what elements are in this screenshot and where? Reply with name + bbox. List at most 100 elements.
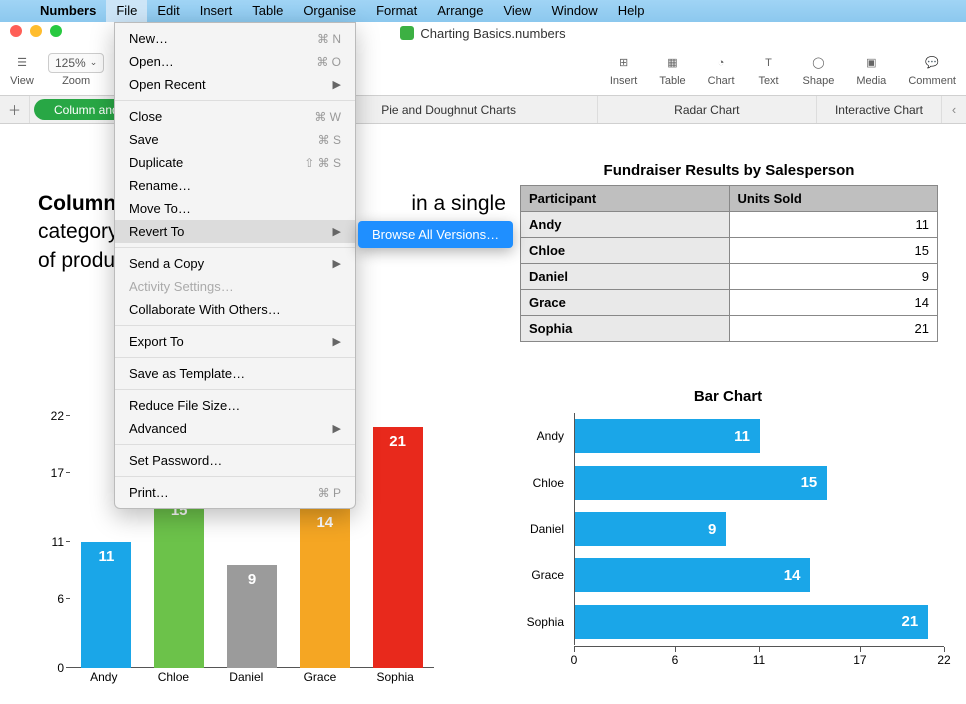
sheet-tab[interactable]: Interactive Chart	[817, 96, 942, 123]
sheet-scroll-left-icon[interactable]: ‹	[942, 96, 966, 123]
table-row[interactable]: Grace14	[521, 290, 938, 316]
row-header[interactable]: Grace	[521, 290, 730, 316]
menu-item[interactable]: Print…⌘ P	[115, 481, 355, 504]
y-tick-label: 0	[57, 661, 64, 675]
menu-window[interactable]: Window	[541, 0, 607, 22]
toolbar-text[interactable]: TText	[757, 53, 781, 87]
row-header[interactable]: Chloe	[521, 238, 730, 264]
menu-shortcut: ⌘ P	[318, 486, 341, 500]
sheet-tab-label: Pie and Doughnut Charts	[381, 103, 516, 117]
data-table[interactable]: Fundraiser Results by Salesperson Partic…	[520, 162, 938, 342]
menu-item[interactable]: Revert To▶	[115, 220, 355, 243]
chart-bar[interactable]: 9	[575, 512, 726, 546]
chevron-right-icon: ▶	[333, 225, 341, 238]
menu-insert[interactable]: Insert	[190, 0, 243, 22]
chart-bar[interactable]: 21	[575, 605, 928, 639]
column-header[interactable]: Participant	[521, 186, 730, 212]
menu-item[interactable]: Open Recent▶	[115, 73, 355, 96]
menu-item[interactable]: Open…⌘ O	[115, 50, 355, 73]
toolbar-table[interactable]: ▦Table	[659, 53, 685, 87]
insert-icon: ⊞	[612, 53, 636, 73]
table-row[interactable]: Chloe15	[521, 238, 938, 264]
chart-bar[interactable]: 14	[575, 558, 810, 592]
document-icon	[400, 26, 414, 40]
cell-value[interactable]: 11	[729, 212, 938, 238]
bar-chart[interactable]: Bar Chart AndyChloeDanielGraceSophia 111…	[508, 388, 948, 688]
menu-item-label: Duplicate	[129, 155, 183, 170]
menu-help[interactable]: Help	[608, 0, 655, 22]
toolbar-shape[interactable]: ◯Shape	[803, 53, 835, 87]
menu-file[interactable]: File	[106, 0, 147, 22]
sheet-tab[interactable]: Radar Chart	[598, 96, 817, 123]
y-category-label: Sophia	[508, 615, 570, 629]
x-tick	[574, 647, 575, 652]
column-header[interactable]: Units Sold	[729, 186, 938, 212]
toolbar-label: Table	[659, 75, 685, 87]
toolbar-comment[interactable]: 💬Comment	[908, 53, 956, 87]
app-menu[interactable]: Numbers	[30, 0, 106, 22]
menu-item[interactable]: Rename…	[115, 174, 355, 197]
chart-bar[interactable]: 9	[227, 565, 277, 668]
browse-all-versions-item[interactable]: Browse All Versions…	[358, 224, 513, 245]
toolbar-media[interactable]: ▣Media	[856, 53, 886, 87]
menu-shortcut: ⌘ O	[316, 55, 341, 69]
chart-bar[interactable]: 11	[575, 419, 760, 453]
document-title: Charting Basics.numbers	[420, 26, 565, 41]
menu-item[interactable]: Move To…	[115, 197, 355, 220]
headline-fragment: in a single	[411, 192, 506, 215]
menu-item-label: Save	[129, 132, 159, 147]
system-menubar: Numbers File Edit Insert Table Organise …	[0, 0, 966, 22]
menu-format[interactable]: Format	[366, 0, 427, 22]
chevron-right-icon: ▶	[333, 335, 341, 348]
chart-bar[interactable]: 15	[575, 466, 827, 500]
menu-item[interactable]: Close⌘ W	[115, 105, 355, 128]
menu-item[interactable]: Send a Copy▶	[115, 252, 355, 275]
toolbar-chart[interactable]: ◔Chart	[708, 53, 735, 87]
menu-item[interactable]: Duplicate⇧ ⌘ S	[115, 151, 355, 174]
menu-item[interactable]: Reduce File Size…	[115, 394, 355, 417]
chart-bar[interactable]: 21	[373, 427, 423, 668]
chart-bar[interactable]: 15	[154, 496, 204, 668]
window-minimise-icon[interactable]	[30, 25, 42, 37]
x-tick	[675, 647, 676, 652]
window-close-icon[interactable]	[10, 25, 22, 37]
menu-view[interactable]: View	[493, 0, 541, 22]
y-tick	[66, 541, 70, 542]
menu-item[interactable]: Collaborate With Others…	[115, 298, 355, 321]
row-header[interactable]: Daniel	[521, 264, 730, 290]
menu-shortcut: ⌘ S	[318, 133, 341, 147]
menu-organise[interactable]: Organise	[293, 0, 366, 22]
menu-arrange[interactable]: Arrange	[427, 0, 493, 22]
toolbar-view[interactable]: ☰ View	[10, 53, 34, 87]
y-tick-label: 22	[51, 409, 64, 423]
shape-icon: ◯	[806, 53, 830, 73]
menu-item[interactable]: Set Password…	[115, 449, 355, 472]
table-row[interactable]: Daniel9	[521, 264, 938, 290]
cell-value[interactable]: 14	[729, 290, 938, 316]
menu-item[interactable]: Save as Template…	[115, 362, 355, 385]
chart-bar[interactable]: 14	[300, 508, 350, 668]
row-header[interactable]: Andy	[521, 212, 730, 238]
add-sheet-button[interactable]: ＋	[0, 96, 30, 123]
table-row[interactable]: Sophia21	[521, 316, 938, 342]
window-zoom-icon[interactable]	[50, 25, 62, 37]
cell-value[interactable]: 9	[729, 264, 938, 290]
menu-item[interactable]: New…⌘ N	[115, 27, 355, 50]
row-header[interactable]: Sophia	[521, 316, 730, 342]
menu-item[interactable]: Advanced▶	[115, 417, 355, 440]
toolbar-zoom[interactable]: 125% ⌄ Zoom	[48, 53, 104, 87]
table-row[interactable]: Andy11	[521, 212, 938, 238]
menu-item-label: Advanced	[129, 421, 187, 436]
zoom-dropdown[interactable]: 125% ⌄	[48, 53, 104, 73]
menu-edit[interactable]: Edit	[147, 0, 189, 22]
menu-item[interactable]: Export To▶	[115, 330, 355, 353]
chart-bar[interactable]: 11	[81, 542, 131, 668]
toolbar-insert[interactable]: ⊞Insert	[610, 53, 638, 87]
bar-value-label: 15	[801, 474, 818, 491]
menu-table[interactable]: Table	[242, 0, 293, 22]
cell-value[interactable]: 15	[729, 238, 938, 264]
x-category-label: Chloe	[158, 670, 189, 692]
cell-value[interactable]: 21	[729, 316, 938, 342]
chevron-right-icon: ▶	[333, 78, 341, 91]
menu-item[interactable]: Save ⌘ S	[115, 128, 355, 151]
